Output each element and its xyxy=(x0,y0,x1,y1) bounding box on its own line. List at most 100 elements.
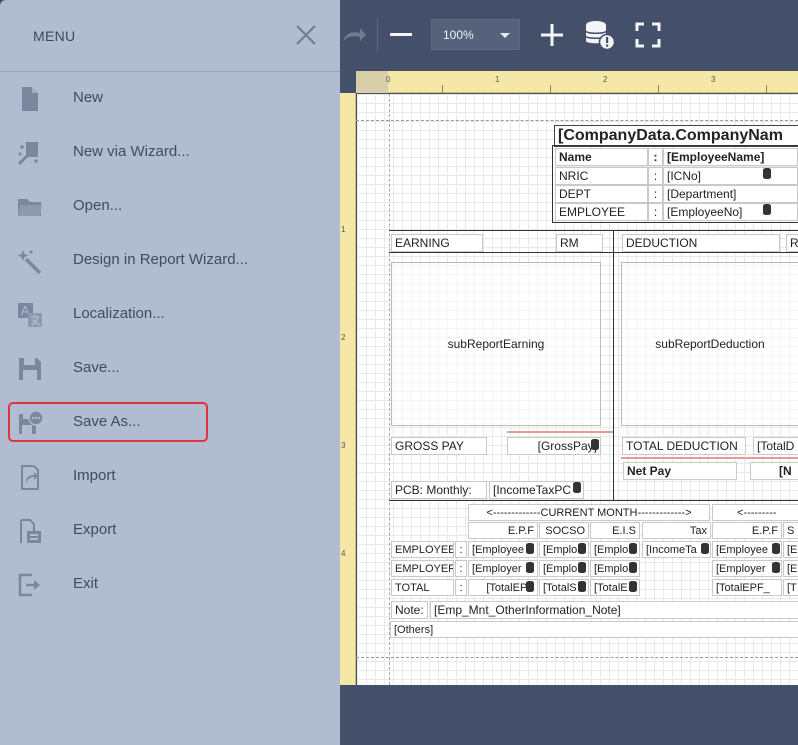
deduction-label[interactable]: DEDUCTION xyxy=(622,234,780,252)
page-margin-bottom xyxy=(356,657,798,658)
column-header[interactable]: Tax xyxy=(642,522,711,539)
database-icon xyxy=(578,543,586,554)
close-icon[interactable] xyxy=(293,22,319,48)
ruler-number: 2 xyxy=(603,75,608,84)
table-cell[interactable]: [E xyxy=(783,560,798,577)
info-colon[interactable]: : xyxy=(648,203,663,221)
menu-item-save[interactable]: Save... xyxy=(8,348,208,388)
column-header[interactable]: S xyxy=(783,522,798,539)
menu-item-export[interactable]: Export xyxy=(8,510,208,550)
magic-wand-icon xyxy=(16,247,44,275)
menu-item-design-in-report-wizard[interactable]: Design in Report Wizard... xyxy=(8,240,248,280)
rm-label[interactable]: R xyxy=(786,234,798,252)
border-line xyxy=(552,222,798,223)
database-icon xyxy=(772,562,780,573)
info-label[interactable]: Name xyxy=(555,148,648,166)
info-colon[interactable]: : xyxy=(648,185,663,203)
redo-icon[interactable] xyxy=(340,20,368,50)
menu-item-label: Open... xyxy=(73,197,123,214)
note-field[interactable]: [Emp_Mnt_OtherInformation_Note] xyxy=(430,601,798,619)
info-label[interactable]: NRIC xyxy=(555,167,648,185)
main-menu-panel: MENU New New via Wizard... Open... Desig… xyxy=(0,0,340,745)
menu-header: MENU xyxy=(0,0,340,72)
gross-pay-field[interactable]: [GrossPay] xyxy=(507,437,601,455)
column-divider xyxy=(613,230,614,500)
row-label[interactable]: TOTAL xyxy=(391,579,454,596)
data-source-warning-icon[interactable] xyxy=(583,20,617,50)
note-label[interactable]: Note: xyxy=(391,601,428,619)
total-deduction-label[interactable]: TOTAL DEDUCTION xyxy=(622,437,746,455)
menu-item-new[interactable]: New xyxy=(8,78,208,118)
info-label[interactable]: EMPLOYEE xyxy=(555,203,648,221)
earning-label[interactable]: EARNING xyxy=(391,234,483,252)
zoom-select[interactable]: 100% xyxy=(431,19,520,50)
column-header[interactable]: E.P.F xyxy=(712,522,782,539)
database-icon xyxy=(629,581,637,592)
fullscreen-icon[interactable] xyxy=(634,20,662,50)
others-field[interactable]: [Others] xyxy=(390,621,798,638)
zoom-out-icon[interactable] xyxy=(388,20,414,50)
info-colon[interactable]: : xyxy=(648,148,663,166)
row-colon[interactable]: : xyxy=(455,541,467,558)
company-name-field[interactable]: [CompanyData.CompanyNam xyxy=(554,125,798,147)
department-field[interactable]: [Department] xyxy=(663,185,798,203)
import-icon xyxy=(16,463,44,491)
rm-label[interactable]: RM xyxy=(556,234,603,252)
pcb-field[interactable]: [IncomeTaxPC xyxy=(489,481,584,499)
menu-item-localization[interactable]: A Localization... xyxy=(8,294,208,334)
ruler-tick xyxy=(766,85,767,93)
net-pay-field[interactable]: [N xyxy=(750,462,798,480)
pcb-label[interactable]: PCB: Monthly: xyxy=(391,481,487,499)
row-colon[interactable]: : xyxy=(455,579,467,596)
menu-item-label: New via Wizard... xyxy=(73,143,190,160)
next-month-header[interactable]: <--------- xyxy=(712,504,798,521)
employee-no-field[interactable]: [EmployeeNo] xyxy=(663,203,798,221)
current-month-header[interactable]: <-------------CURRENT MONTH-------------… xyxy=(468,504,710,521)
net-pay-label[interactable]: Net Pay xyxy=(623,462,737,480)
section-line xyxy=(389,230,798,231)
column-header[interactable]: E.P.F xyxy=(468,522,538,539)
database-icon xyxy=(526,581,534,592)
table-cell[interactable]: [E xyxy=(783,541,798,558)
wizard-icon xyxy=(16,139,44,167)
ruler-tick xyxy=(442,85,443,93)
save-icon xyxy=(16,355,44,383)
ruler-number: 2 xyxy=(341,333,346,342)
ic-no-field[interactable]: [ICNo] xyxy=(663,167,798,185)
column-header[interactable]: E.I.S xyxy=(590,522,640,539)
database-icon xyxy=(701,543,709,554)
gross-pay-label[interactable]: GROSS PAY xyxy=(391,437,487,455)
ruler-corner xyxy=(356,71,388,93)
table-cell[interactable]: [T xyxy=(783,579,798,596)
database-icon xyxy=(578,581,586,592)
row-colon[interactable]: : xyxy=(455,560,467,577)
row-label[interactable]: EMPLOYER xyxy=(391,560,454,577)
sub-report-label: subReportEarning xyxy=(447,337,545,351)
ruler-tick xyxy=(550,85,551,93)
menu-item-import[interactable]: Import xyxy=(8,456,208,496)
menu-item-new-via-wizard[interactable]: New via Wizard... xyxy=(8,132,208,172)
menu-item-exit[interactable]: Exit xyxy=(8,564,208,604)
menu-item-open[interactable]: Open... xyxy=(8,186,208,226)
sub-report-deduction[interactable]: subReportDeduction xyxy=(621,262,798,426)
zoom-value: 100% xyxy=(443,27,474,42)
zoom-in-icon[interactable] xyxy=(538,20,566,50)
ruler-number: 1 xyxy=(341,225,346,234)
employee-name-field[interactable]: [EmployeeName] xyxy=(663,148,798,166)
column-header[interactable]: SOCSO xyxy=(539,522,589,539)
info-label[interactable]: DEPT xyxy=(555,185,648,203)
database-icon xyxy=(629,543,637,554)
menu-item-save-as[interactable]: Save As... xyxy=(8,402,208,442)
info-colon[interactable]: : xyxy=(648,167,663,185)
total-deduction-field[interactable]: [TotalD xyxy=(753,437,798,455)
row-label[interactable]: EMPLOYEE xyxy=(391,541,454,558)
localization-icon: A xyxy=(16,301,44,329)
table-cell[interactable]: [TotalEPF_ xyxy=(712,579,782,596)
exit-icon xyxy=(16,571,44,599)
horizontal-ruler: 0 1 2 3 xyxy=(356,71,798,93)
ruler-number: 4 xyxy=(341,549,346,558)
section-line xyxy=(389,500,798,501)
sub-report-earning[interactable]: subReportEarning xyxy=(391,262,601,426)
database-icon xyxy=(772,543,780,554)
database-icon xyxy=(526,543,534,554)
